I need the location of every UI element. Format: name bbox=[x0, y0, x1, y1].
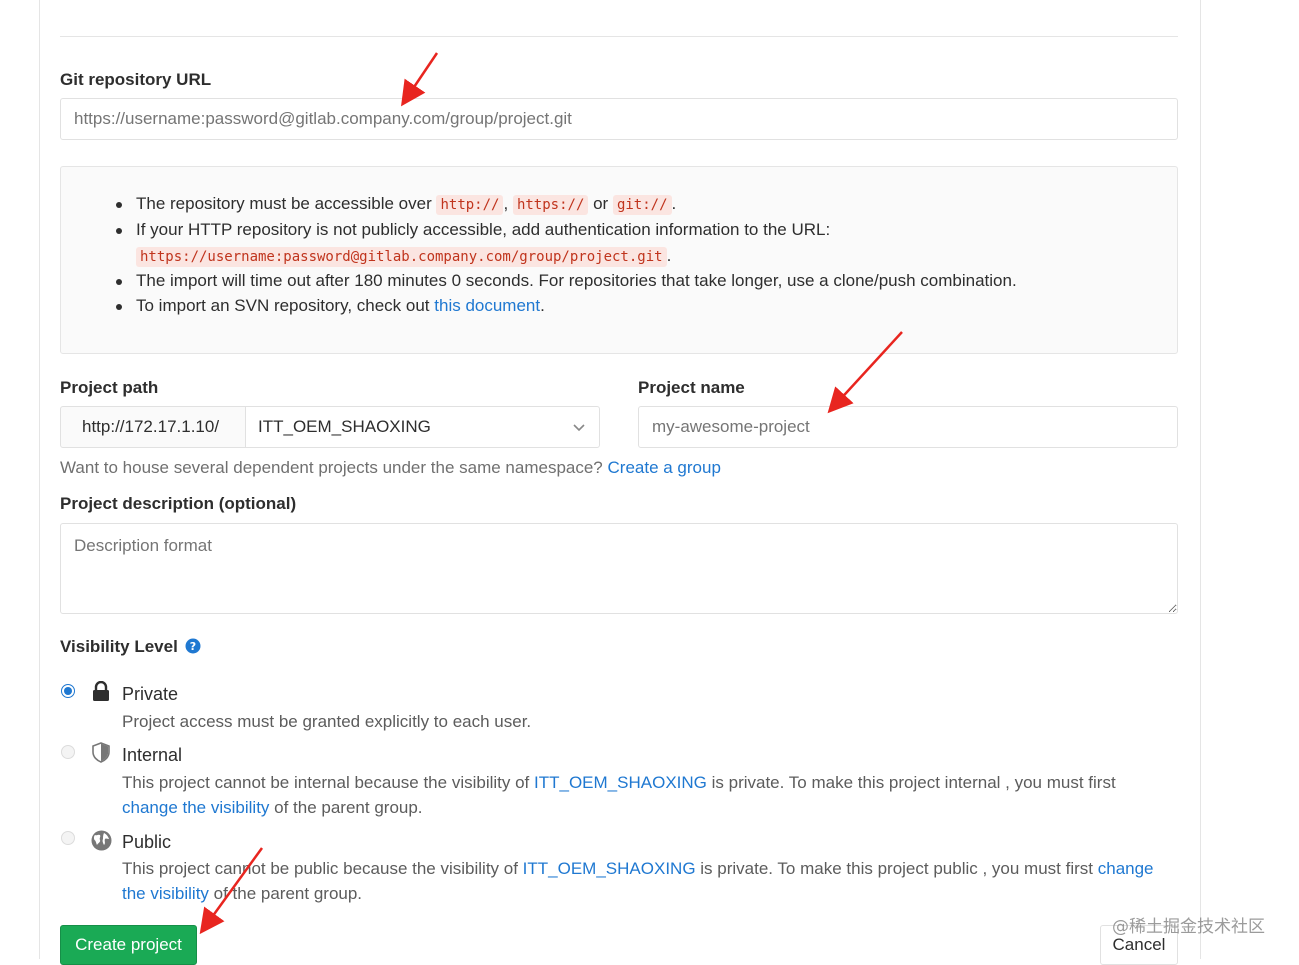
annotation-arrow-name bbox=[827, 331, 903, 414]
annotation-arrows bbox=[199, 52, 903, 935]
annotation-arrow-url bbox=[401, 52, 439, 107]
annotation-arrow-create bbox=[199, 847, 264, 935]
